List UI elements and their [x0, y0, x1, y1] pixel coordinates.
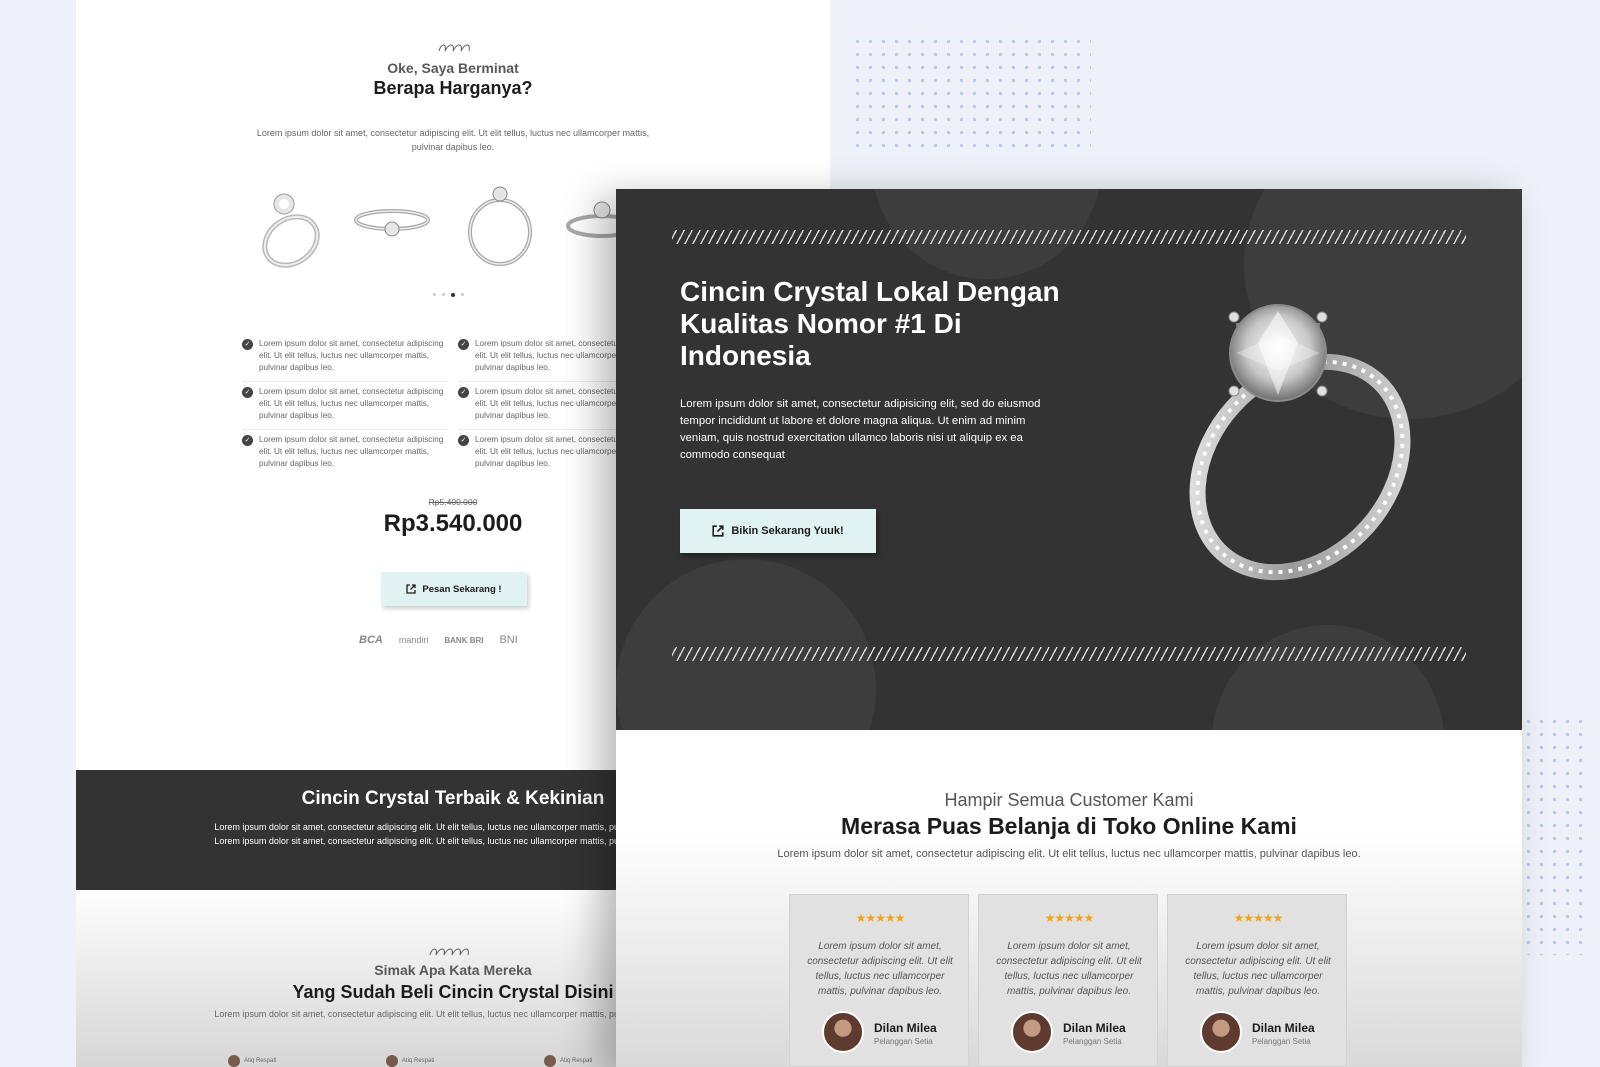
- testimonial-card: ★★★★★ Lorem ipsum dolor sit amet, consec…: [1167, 894, 1347, 1067]
- decorative-circle: [616, 559, 876, 730]
- feature-item: ✓ Lorem ipsum dolor sit amet, consectetur…: [242, 338, 448, 374]
- chat-screenshot: Atiq Respati: [228, 1054, 356, 1067]
- ring-hero-image: [1189, 304, 1411, 581]
- testimonial-title: Merasa Puas Belanja di Toko Online Kami: [841, 813, 1297, 839]
- hatch-divider-bottom: [672, 647, 1466, 661]
- dot-pattern-top: [851, 35, 1091, 153]
- carousel-dot-active[interactable]: [451, 292, 455, 297]
- bank-logo-bca: BCA: [359, 634, 383, 646]
- create-now-button[interactable]: Bikin Sekarang Yuuk!: [680, 509, 876, 553]
- ring-image[interactable]: [462, 184, 538, 268]
- star-icon: ★★★★★: [855, 911, 906, 925]
- customer-name: Dilan Milea: [1063, 1021, 1126, 1035]
- carousel-dot[interactable]: [442, 293, 445, 296]
- divider: [242, 381, 448, 382]
- carousel-dot[interactable]: [433, 293, 436, 296]
- customer-role: Pelanggan Setia: [874, 1037, 933, 1046]
- external-link-icon: [406, 584, 417, 594]
- hatch-divider-top: [672, 230, 1466, 244]
- avatar: [544, 1054, 556, 1067]
- testimonial-text: Lorem ipsum dolor sit amet, consectetur …: [807, 941, 953, 997]
- feature-item: ✓ Lorem ipsum dolor sit amet, consectetur…: [242, 434, 448, 470]
- ring-image[interactable]: [246, 186, 330, 272]
- testimonial-text: Lorem ipsum dolor sit amet, consectetur …: [996, 941, 1142, 997]
- bank-logo-bri: BANK BRI: [444, 635, 484, 645]
- check-circle-icon: ✓: [242, 339, 253, 350]
- landing-page-preview-front: Cincin Crystal Lokal Dengan Kualitas Nom…: [616, 189, 1522, 1067]
- customer-name: Dilan Milea: [874, 1021, 937, 1035]
- testimonial-text: Lorem ipsum dolor sit amet, consectetur …: [1185, 941, 1331, 997]
- customer-role: Pelanggan Setia: [1063, 1037, 1122, 1046]
- testimonial-card: ★★★★★ Lorem ipsum dolor sit amet, consec…: [789, 894, 969, 1067]
- avatar: [1200, 1011, 1242, 1053]
- avatar: [822, 1011, 864, 1053]
- dot-pattern-right: [1522, 715, 1592, 955]
- star-icon: ★★★★★: [1044, 911, 1095, 925]
- pricing-subtitle: Oke, Saya Berminat: [387, 60, 519, 76]
- decorative-circle: [1212, 625, 1444, 730]
- hero-text: Lorem ipsum dolor sit amet, consectetur …: [680, 398, 1041, 461]
- bank-logo-mandiri: mandiri: [398, 635, 429, 645]
- carousel-dot[interactable]: [461, 293, 464, 296]
- avatar: [386, 1054, 398, 1067]
- avatar: [1011, 1011, 1053, 1053]
- chat-screenshot: Atiq Respati: [386, 1054, 514, 1067]
- customer-name: Dilan Milea: [1252, 1021, 1315, 1035]
- external-link-icon: [712, 525, 724, 537]
- testimonial-description: Lorem ipsum dolor sit amet, consectetur …: [777, 848, 1361, 860]
- bank-logo-bni: BNI: [499, 634, 518, 646]
- payment-bank-logos: BCA mandiri BANK BRI BNI: [359, 634, 518, 646]
- star-icon: ★★★★★: [1233, 911, 1284, 925]
- hero-section: Cincin Crystal Lokal Dengan Kualitas Nom…: [616, 189, 1522, 730]
- ring-image[interactable]: [562, 196, 622, 246]
- check-circle-icon: ✓: [458, 435, 469, 446]
- divider: [242, 429, 448, 430]
- squiggle-ornament: [438, 44, 470, 52]
- check-circle-icon: ✓: [458, 387, 469, 398]
- customer-role: Pelanggan Setia: [1252, 1037, 1311, 1046]
- check-circle-icon: ✓: [458, 339, 469, 350]
- order-now-label: Pesan Sekarang !: [422, 583, 502, 595]
- testimonial-card: ★★★★★ Lorem ipsum dolor sit amet, consec…: [978, 894, 1158, 1067]
- pricing-title: Berapa Harganya?: [373, 78, 533, 98]
- testimonial-section: Hampir Semua Customer Kami Merasa Puas B…: [616, 730, 1522, 1067]
- carousel-pagination[interactable]: [433, 292, 464, 297]
- check-circle-icon: ✓: [242, 387, 253, 398]
- testimonial-subtitle: Hampir Semua Customer Kami: [944, 790, 1194, 810]
- hero-title: Cincin Crystal Lokal Dengan Kualitas Nom…: [680, 276, 1060, 371]
- check-circle-icon: ✓: [242, 435, 253, 446]
- create-now-label: Bikin Sekarang Yuuk!: [731, 525, 844, 537]
- feature-item: ✓ Lorem ipsum dolor sit amet, consectetur…: [242, 386, 448, 422]
- squiggle-ornament: [429, 948, 469, 956]
- order-now-button[interactable]: Pesan Sekarang !: [381, 572, 527, 606]
- pricing-description: Lorem ipsum dolor sit amet, consectetur …: [256, 128, 650, 152]
- avatar: [228, 1054, 240, 1067]
- ring-image[interactable]: [350, 198, 434, 248]
